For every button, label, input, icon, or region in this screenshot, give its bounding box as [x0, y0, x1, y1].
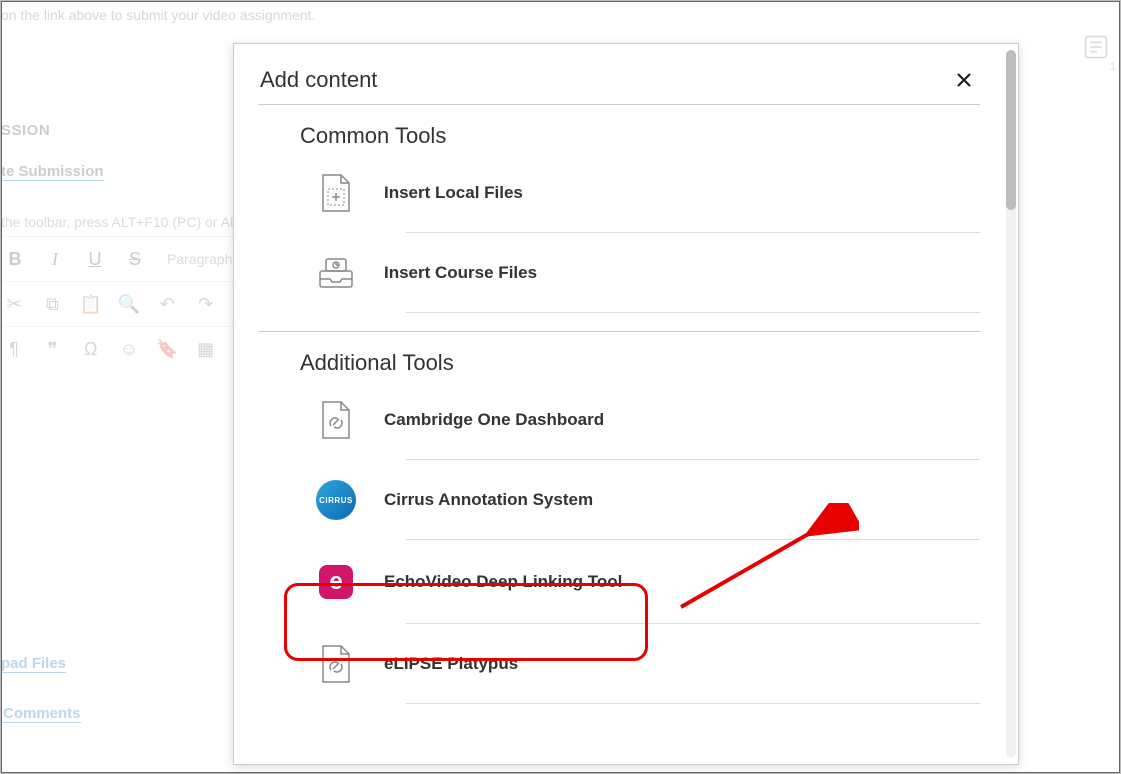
tool-echovideo[interactable]: e EchoVideo Deep Linking Tool [258, 540, 980, 624]
tool-label: EchoVideo Deep Linking Tool [384, 572, 622, 592]
close-button[interactable] [950, 66, 978, 94]
item-divider [406, 703, 980, 704]
item-divider [406, 312, 980, 313]
modal-header: Add content [234, 44, 1004, 104]
common-tools-list: Insert Local Files [234, 153, 1004, 323]
tool-elipse-platypus[interactable]: eLIPSE Platypus [258, 624, 980, 704]
file-link-icon [316, 400, 356, 440]
tray-icon [316, 253, 356, 293]
close-icon [956, 72, 972, 88]
tool-label: eLIPSE Platypus [384, 654, 518, 674]
section-common-tools: Common Tools [234, 105, 1004, 153]
tool-cambridge-one[interactable]: Cambridge One Dashboard [258, 380, 980, 460]
tool-label: Cirrus Annotation System [384, 490, 593, 510]
tool-label: Cambridge One Dashboard [384, 410, 604, 430]
file-link-icon [316, 644, 356, 684]
section-additional-tools: Additional Tools [234, 332, 1004, 380]
modal-title: Add content [260, 67, 377, 93]
tool-label: Insert Local Files [384, 183, 523, 203]
scrollbar-thumb[interactable] [1006, 50, 1016, 210]
echovideo-icon: e [316, 562, 356, 602]
file-plus-icon [316, 173, 356, 213]
tool-label: Insert Course Files [384, 263, 537, 283]
tool-cirrus[interactable]: CIRRUS Cirrus Annotation System [258, 460, 980, 540]
tool-insert-local-files[interactable]: Insert Local Files [258, 153, 980, 233]
additional-tools-list: Cambridge One Dashboard CIRRUS Cirrus An… [234, 380, 1004, 714]
add-content-modal: Add content Common Tools [233, 43, 1019, 765]
cirrus-icon: CIRRUS [316, 480, 356, 520]
tool-insert-course-files[interactable]: Insert Course Files [258, 233, 980, 313]
